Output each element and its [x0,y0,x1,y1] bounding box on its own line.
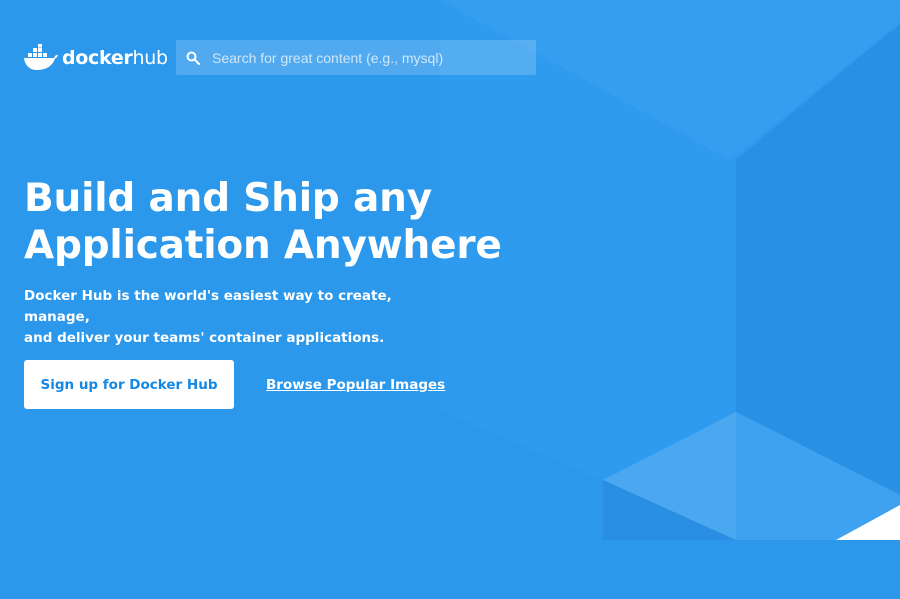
hero-title-line-2: Application Anywhere [24,223,502,268]
hero-title: Build and Ship any Application Anywhere [24,175,584,269]
signup-button[interactable]: Sign up for Docker Hub [24,360,234,409]
logo-word-hub: hub [132,46,169,69]
logo-wordmark: dockerhub [62,46,169,69]
docker-whale-icon [24,44,58,70]
search-bar[interactable] [176,40,536,75]
hero-description: Docker Hub is the world's easiest way to… [24,286,454,349]
browse-popular-images-link[interactable]: Browse Popular Images [266,377,445,393]
hero-description-line-2: and deliver your teams' container applic… [24,330,385,346]
top-navigation: dockerhub [0,0,900,115]
cta-row: Sign up for Docker Hub Browse Popular Im… [24,360,445,409]
logo-word-docker: docker [62,46,133,69]
search-icon [186,51,200,65]
search-input[interactable] [210,41,524,74]
docker-hub-logo[interactable]: dockerhub [23,42,168,74]
hero-title-line-1: Build and Ship any [24,176,432,221]
hero-section: Build and Ship any Application Anywhere … [24,175,584,349]
hero-description-line-1: Docker Hub is the world's easiest way to… [24,288,392,325]
